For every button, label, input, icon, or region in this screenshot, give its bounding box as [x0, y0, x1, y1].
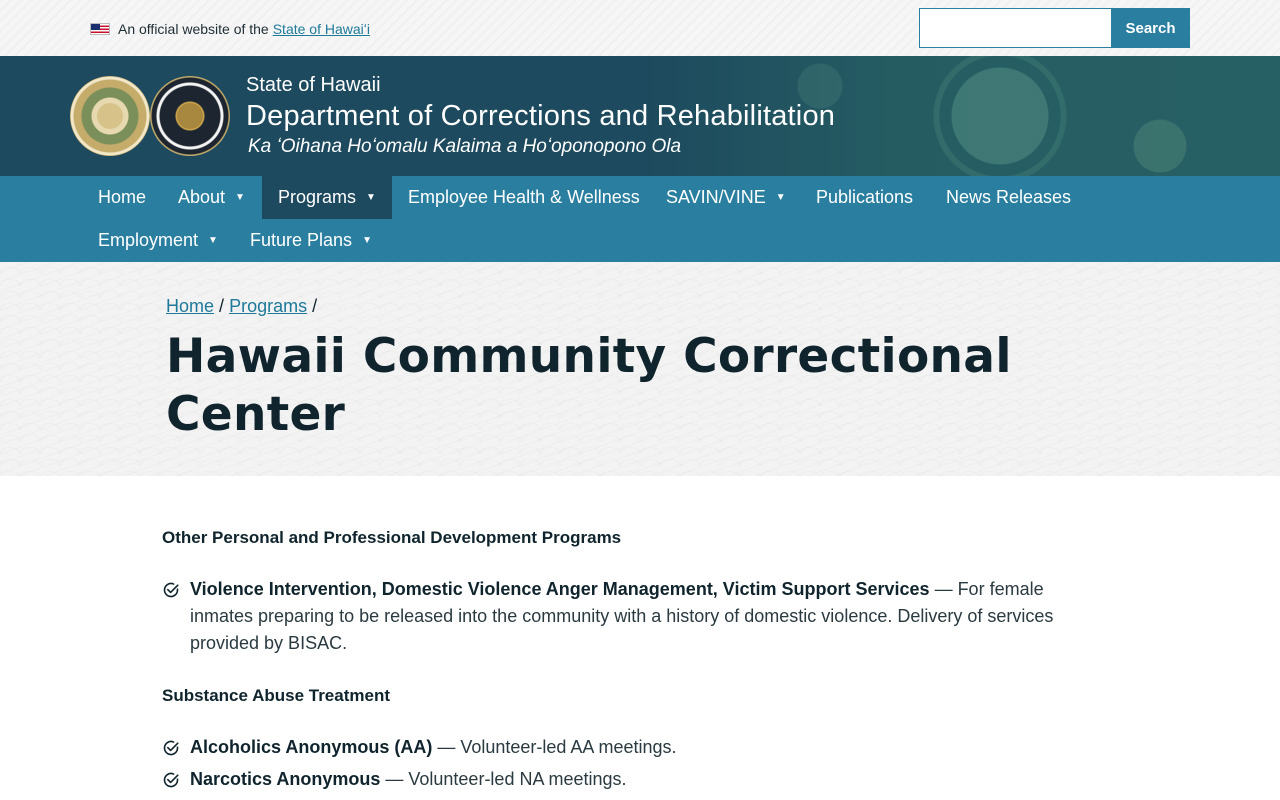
site-state-name: State of Hawaii [246, 74, 381, 96]
nav-label: Home [98, 187, 147, 207]
official-banner: An official website of the State of Hawa… [0, 0, 1280, 56]
department-seal-logo[interactable] [150, 76, 230, 156]
caret-down-icon: ▼ [775, 192, 786, 203]
nav-item-about[interactable]: About ▼ [162, 176, 261, 219]
official-notice: An official website of the State of Hawa… [90, 20, 370, 38]
list-item-text: Alcoholics Anonymous (AA) — Volunteer-le… [190, 734, 677, 761]
breadcrumb-separator: / [219, 296, 225, 316]
list-item: Alcoholics Anonymous (AA) — Volunteer-le… [162, 734, 1102, 761]
list-item: Violence Intervention, Domestic Violence… [162, 576, 1102, 657]
nav-item-home[interactable]: Home [82, 176, 162, 219]
nav-item-future-plans[interactable]: Future Plans ▼ [234, 219, 388, 262]
nav-label: Employment [98, 230, 199, 250]
nav-item-publications[interactable]: Publications [800, 176, 929, 219]
section-heading-substance-abuse: Substance Abuse Treatment [162, 686, 390, 705]
search-input[interactable] [919, 8, 1111, 48]
list-item-description: — Volunteer-led NA meetings. [380, 769, 627, 789]
state-of-hawaii-link[interactable]: State of Hawaiʻi [273, 21, 370, 37]
section-heading-development: Other Personal and Professional Developm… [162, 528, 622, 547]
nav-item-programs[interactable]: Programs ▼ [262, 176, 392, 219]
nav-label: News Releases [946, 187, 1072, 207]
list-item-title: Narcotics Anonymous [190, 769, 381, 789]
list-item-text: Violence Intervention, Domestic Violence… [190, 576, 1102, 657]
list-item-title: Violence Intervention, Domestic Violence… [190, 579, 930, 599]
main-navigation: Home About ▼ Programs ▼ Employee Health … [0, 176, 1280, 262]
breadcrumb-home-link[interactable]: Home [166, 296, 214, 316]
search-button[interactable]: Search [1111, 8, 1190, 48]
nav-label: Publications [816, 187, 914, 207]
site-department-name: Department of Corrections and Rehabilita… [246, 100, 836, 132]
nav-item-savin-vine[interactable]: SAVIN/VINE ▼ [650, 176, 802, 219]
list-item-description: — Volunteer-led AA meetings. [432, 737, 677, 757]
caret-down-icon: ▼ [366, 192, 376, 203]
nav-label: Employee Health & Wellness [408, 187, 640, 207]
nav-item-employment[interactable]: Employment ▼ [82, 219, 234, 262]
nav-label: SAVIN/VINE [666, 187, 766, 207]
site-header: State of Hawaii Department of Correction… [0, 56, 1280, 176]
check-circle-icon [163, 740, 179, 756]
official-text: An official website of the [118, 21, 269, 37]
breadcrumb-programs-link[interactable]: Programs [229, 296, 307, 316]
caret-down-icon: ▼ [208, 235, 218, 246]
page-title: Hawaii Community Correctional Center [166, 329, 1012, 442]
site-hawaiian-name: Ka ʻOihana Hoʻomalu Kalaima a Hoʻoponopo… [248, 136, 682, 157]
check-circle-icon [163, 772, 179, 788]
breadcrumb: Home / Programs / [166, 296, 317, 317]
nav-label: Programs [278, 187, 357, 207]
breadcrumb-separator: / [312, 296, 318, 316]
nav-label: Future Plans [250, 230, 353, 250]
page-hero: Home / Programs / Hawaii Community Corre… [0, 262, 1280, 476]
nav-item-employee-health[interactable]: Employee Health & Wellness [392, 176, 656, 219]
nav-item-news-releases[interactable]: News Releases [930, 176, 1087, 219]
caret-down-icon: ▼ [235, 192, 245, 203]
site-search: Search [919, 8, 1190, 48]
hawaii-flag-icon [90, 23, 110, 35]
list-item-text: Narcotics Anonymous — Volunteer-led NA m… [190, 766, 627, 793]
state-seal-logo[interactable] [70, 76, 150, 156]
check-circle-icon [163, 582, 179, 598]
nav-label: About [178, 187, 226, 207]
site-title-block[interactable]: State of Hawaii Department of Correction… [246, 72, 835, 160]
caret-down-icon: ▼ [362, 235, 372, 246]
list-item-title: Alcoholics Anonymous (AA) [190, 737, 433, 757]
list-item: Narcotics Anonymous — Volunteer-led NA m… [162, 766, 1102, 793]
